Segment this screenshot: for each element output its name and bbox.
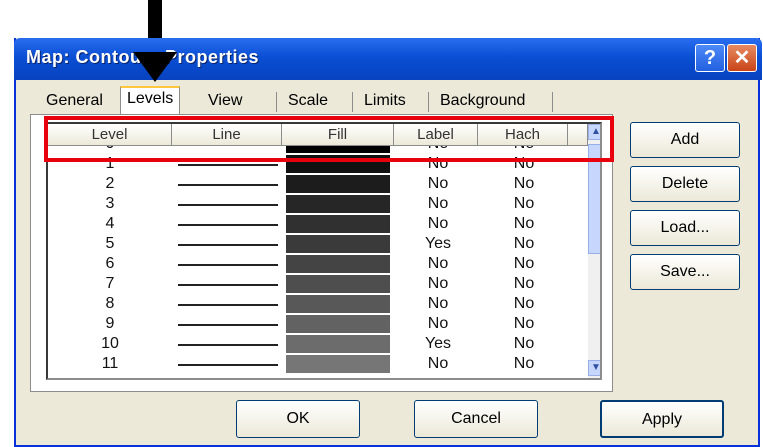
fill-swatch-cell[interactable] [286, 275, 390, 293]
label-cell[interactable]: No [400, 274, 476, 294]
line-style-cell[interactable] [172, 274, 282, 294]
level-cell: 7 [105, 275, 115, 292]
fill-swatch-cell[interactable] [286, 215, 390, 233]
tab-separator [276, 92, 277, 112]
label-cell[interactable]: Yes [400, 334, 476, 354]
table-row[interactable]: 2 No No [48, 174, 588, 194]
level-cell: 10 [101, 335, 119, 352]
close-button[interactable]: ✕ [727, 44, 757, 72]
level-cell: 6 [105, 255, 115, 272]
fill-swatch-cell[interactable] [286, 175, 390, 193]
table-row[interactable]: 6 No No [48, 254, 588, 274]
table-row[interactable]: 10 Yes No [48, 334, 588, 354]
label-cell[interactable]: No [400, 214, 476, 234]
hach-cell[interactable]: No [480, 274, 568, 294]
hach-cell[interactable]: No [480, 334, 568, 354]
label-cell[interactable]: No [400, 194, 476, 214]
help-button[interactable]: ? [695, 44, 725, 72]
tab-levels[interactable]: Levels [120, 86, 181, 114]
level-cell: 9 [105, 315, 115, 332]
line-style-cell[interactable] [172, 194, 282, 214]
hach-cell[interactable]: No [480, 294, 568, 314]
properties-dialog: Map: Contours Properties ? ✕ General Lev… [14, 38, 762, 447]
vertical-scrollbar[interactable]: ▲ ▼ [588, 124, 600, 378]
level-cell: 2 [105, 175, 115, 192]
fill-swatch-cell[interactable] [286, 195, 390, 213]
delete-button[interactable]: Delete [630, 166, 740, 202]
ok-button[interactable]: OK [236, 400, 360, 438]
tab-scale[interactable]: Scale [282, 90, 334, 114]
table-row[interactable]: 11 No No [48, 354, 588, 374]
cancel-button[interactable]: Cancel [414, 400, 538, 438]
level-cell: 4 [105, 215, 115, 232]
hach-cell[interactable]: No [480, 234, 568, 254]
line-style-cell[interactable] [172, 234, 282, 254]
hach-cell[interactable]: No [480, 354, 568, 374]
fill-swatch-cell[interactable] [286, 335, 390, 353]
fill-swatch-cell[interactable] [286, 255, 390, 273]
fill-swatch-cell[interactable] [286, 355, 390, 373]
level-cell: 3 [105, 195, 115, 212]
line-style-cell[interactable] [172, 354, 282, 374]
annotation-highlight-box [44, 116, 614, 162]
hach-cell[interactable]: No [480, 214, 568, 234]
tab-limits[interactable]: Limits [358, 90, 412, 114]
line-style-cell[interactable] [172, 174, 282, 194]
hach-cell[interactable]: No [480, 314, 568, 334]
save-button[interactable]: Save... [630, 254, 740, 290]
line-style-cell[interactable] [172, 314, 282, 334]
line-style-cell[interactable] [172, 214, 282, 234]
table-row[interactable]: 4 No No [48, 214, 588, 234]
level-cell: 8 [105, 295, 115, 312]
line-style-cell[interactable] [172, 334, 282, 354]
tab-view[interactable]: View [202, 90, 248, 114]
level-cell: 11 [101, 355, 119, 372]
level-cell: 5 [105, 235, 115, 252]
table-row[interactable]: 7 No No [48, 274, 588, 294]
tab-separator [428, 92, 429, 112]
table-row[interactable]: 8 No No [48, 294, 588, 314]
fill-swatch-cell[interactable] [286, 315, 390, 333]
add-button[interactable]: Add [630, 122, 740, 158]
label-cell[interactable]: No [400, 174, 476, 194]
fill-swatch-cell[interactable] [286, 295, 390, 313]
line-style-cell[interactable] [172, 294, 282, 314]
label-cell[interactable]: No [400, 254, 476, 274]
hach-cell[interactable]: No [480, 194, 568, 214]
fill-swatch-cell[interactable] [286, 235, 390, 253]
hach-cell[interactable]: No [480, 174, 568, 194]
apply-button[interactable]: Apply [600, 400, 724, 438]
label-cell[interactable]: Yes [400, 234, 476, 254]
label-cell[interactable]: No [400, 294, 476, 314]
label-cell[interactable]: No [400, 314, 476, 334]
title-bar[interactable]: Map: Contours Properties ? ✕ [14, 38, 762, 80]
line-style-cell[interactable] [172, 254, 282, 274]
tab-general[interactable]: General [40, 90, 109, 114]
tab-separator [352, 92, 353, 112]
table-row[interactable]: 3 No No [48, 194, 588, 214]
table-row[interactable]: 5 Yes No [48, 234, 588, 254]
levels-rows: 0NoNo1NoNo2NoNo3NoNo4NoNo5YesNo6NoNo7NoN… [48, 146, 588, 378]
load-button[interactable]: Load... [630, 210, 740, 246]
annotation-arrow-head [133, 52, 177, 82]
scroll-down-icon[interactable]: ▼ [588, 360, 600, 376]
label-cell[interactable]: No [400, 354, 476, 374]
tab-separator [552, 92, 553, 112]
tab-background[interactable]: Background [434, 90, 531, 114]
table-row[interactable]: 9 No No [48, 314, 588, 334]
hach-cell[interactable]: No [480, 254, 568, 274]
